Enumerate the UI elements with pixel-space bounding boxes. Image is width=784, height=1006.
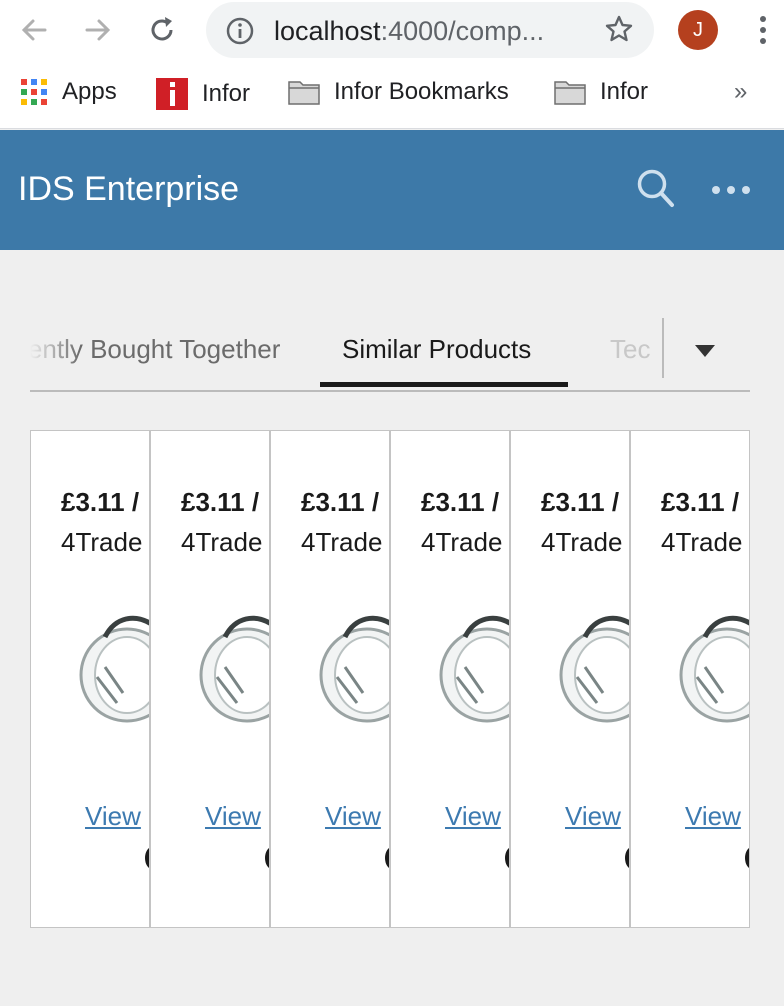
tab-technical[interactable]: Technical [610, 334, 652, 365]
folder-icon [288, 81, 320, 105]
profile-avatar[interactable]: J [678, 10, 718, 50]
active-tab-indicator [320, 382, 568, 387]
product-card[interactable]: £3.11 / 4Trade View [270, 430, 390, 928]
reload-icon [151, 17, 173, 41]
bookmark-label: Infor Bookmarks [334, 78, 509, 105]
reload-button[interactable] [144, 12, 180, 48]
bookmark-label: Infor [600, 78, 649, 105]
product-image [679, 615, 749, 723]
product-brand: 4Trade [421, 527, 503, 557]
product-card[interactable]: £3.11 / 4Trade View [150, 430, 270, 928]
bookmark-apps[interactable]: Apps [20, 78, 117, 106]
view-product-link[interactable]: View [85, 801, 141, 832]
view-product-link[interactable]: View [445, 801, 501, 832]
product-brand: 4Trade [301, 527, 383, 557]
tab-divider [662, 318, 664, 378]
product-image [79, 615, 149, 723]
forward-button[interactable] [80, 12, 116, 48]
address-bar[interactable]: localhost:4000/comp... [206, 2, 654, 58]
bookmarks-bar: Apps Infor Infor Bookmarks Infor » [0, 62, 784, 129]
product-image [199, 615, 269, 723]
more-actions-icon[interactable] [712, 186, 750, 194]
product-price: £3.11 / [61, 487, 140, 517]
tab-list: Frequently Bought Together Similar Produ… [30, 310, 750, 392]
site-info-icon[interactable] [226, 17, 254, 45]
back-arrow-icon [21, 19, 47, 41]
browser-menu-icon[interactable] [748, 12, 778, 48]
product-card[interactable]: £3.11 / 4Trade View [510, 430, 630, 928]
product-carousel: £3.11 / 4Trade View £3.11 / 4Trade View … [30, 430, 750, 930]
product-card[interactable]: £3.11 / 4Trade View [30, 430, 150, 928]
tab-overflow-dropdown-icon[interactable] [694, 344, 716, 358]
product-brand: 4Trade [661, 527, 743, 557]
view-product-link[interactable]: View [565, 801, 621, 832]
more-bookmarks-button[interactable]: » [734, 78, 747, 106]
url-text[interactable]: localhost:4000/comp... [274, 16, 584, 47]
back-button[interactable] [16, 12, 52, 48]
product-price: £3.11 / [421, 487, 500, 517]
product-price: £3.11 / [181, 487, 260, 517]
bookmark-star-icon[interactable] [604, 14, 634, 44]
product-card[interactable]: £3.11 / 4Trade View [390, 430, 510, 928]
view-product-link[interactable]: View [325, 801, 381, 832]
bookmark-infor[interactable]: Infor [156, 78, 250, 110]
tab-scroll-fade [30, 310, 80, 388]
product-image [319, 615, 389, 723]
product-brand: 4Trade [61, 527, 143, 557]
product-brand: 4Trade [541, 527, 623, 557]
infor-icon [156, 78, 188, 110]
bookmark-label: Infor [202, 80, 251, 107]
product-image [439, 615, 509, 723]
product-card[interactable]: £3.11 / 4Trade View [630, 430, 750, 928]
product-price: £3.11 / [301, 487, 380, 517]
forward-arrow-icon [85, 19, 111, 41]
view-product-link[interactable]: View [205, 801, 261, 832]
product-image [559, 615, 629, 723]
product-price: £3.11 / [541, 487, 620, 517]
card-indicator [745, 847, 749, 869]
apps-grid-icon [21, 79, 47, 105]
app-title: IDS Enterprise [18, 170, 240, 208]
bookmark-label: Apps [62, 78, 117, 105]
view-product-link[interactable]: View [685, 801, 741, 832]
product-price: £3.11 / [661, 487, 740, 517]
browser-toolbar: localhost:4000/comp... J [0, 0, 784, 62]
tab-similar-products[interactable]: Similar Products [342, 334, 531, 365]
folder-icon [554, 81, 586, 105]
search-icon[interactable] [636, 168, 676, 210]
product-brand: 4Trade [181, 527, 263, 557]
bookmark-folder-infor[interactable]: Infor [554, 78, 648, 106]
bookmark-folder-infor-bookmarks[interactable]: Infor Bookmarks [288, 78, 509, 106]
